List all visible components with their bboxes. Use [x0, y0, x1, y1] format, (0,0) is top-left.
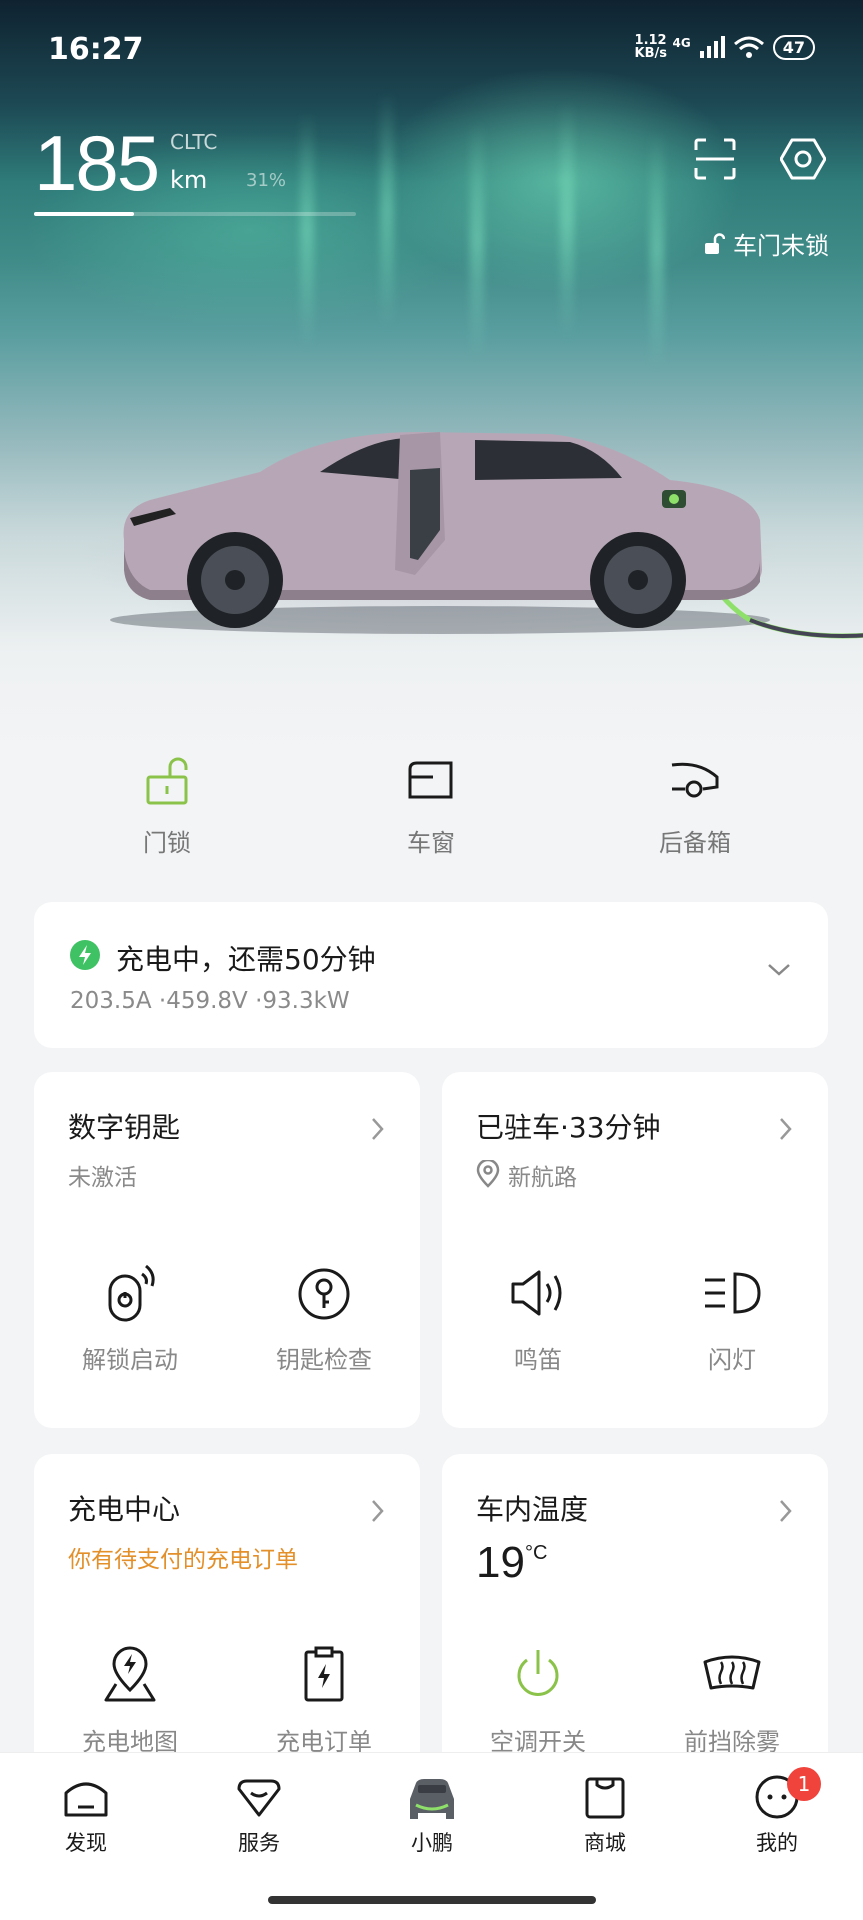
defrost-icon — [703, 1655, 761, 1690]
flash-lights-button[interactable]: 闪灯 — [652, 1262, 812, 1375]
hero-background — [0, 0, 863, 760]
chevron-right-icon — [780, 1500, 792, 1522]
cabin-temperature-card[interactable]: 车内温度 19°C 空调开关 前挡除雾 — [442, 1454, 828, 1784]
nav-label: 发现 — [65, 1831, 107, 1855]
door-lock-status-label: 车门未锁 — [733, 232, 829, 260]
range-unit: km — [170, 166, 208, 194]
home-indicator[interactable] — [268, 1896, 596, 1904]
pending-order-notice[interactable]: 你有待支付的充电订单 — [68, 1540, 298, 1574]
nav-item-xpeng[interactable]: 小鹏 — [372, 1773, 492, 1857]
nav-item-service[interactable]: 服务 — [199, 1773, 319, 1857]
card-subtitle: 未激活 — [68, 1165, 137, 1191]
service-icon — [237, 1779, 281, 1817]
charge-order-icon — [304, 1646, 344, 1702]
card-title: 充电中心 — [68, 1493, 181, 1526]
chevron-right-icon — [780, 1118, 792, 1140]
battery-percent: 31% — [246, 170, 287, 191]
temperature-value: 19 — [476, 1538, 525, 1587]
status-icons: 1.12 KB/s 4G 47 — [635, 34, 815, 60]
charging-badge — [70, 940, 100, 970]
key-check-button[interactable]: 钥匙检查 — [244, 1262, 404, 1375]
lightning-icon — [79, 945, 91, 965]
quick-action-label: 车窗 — [407, 829, 455, 857]
nav-item-mall[interactable]: 商城 — [545, 1773, 665, 1857]
charging-details: 203.5A ·459.8V ·93.3kW — [70, 988, 350, 1014]
wifi-icon — [733, 36, 764, 58]
quick-action-window[interactable]: 车窗 — [341, 755, 521, 858]
charge-map-icon — [104, 1646, 156, 1702]
unlock-small-icon — [705, 232, 725, 254]
parking-location: 新航路 — [508, 1165, 577, 1191]
range-progress-fill — [34, 212, 134, 216]
settings-icon[interactable] — [780, 136, 826, 182]
network-speed-unit: KB/s — [634, 46, 667, 61]
quick-action-trunk[interactable]: 后备箱 — [605, 755, 785, 858]
notification-badge: 1 — [787, 1767, 821, 1801]
aurora-streak — [560, 100, 574, 340]
chevron-right-icon — [372, 1500, 384, 1522]
discover-icon — [64, 1782, 108, 1817]
trunk-icon — [671, 762, 719, 798]
card-title: 已驻车·33分钟 — [476, 1111, 661, 1144]
card-title: 车内温度 — [476, 1493, 589, 1526]
nav-label: 服务 — [238, 1831, 280, 1855]
headlight-icon — [705, 1272, 761, 1314]
aurora-streak — [380, 90, 394, 330]
signal-icon — [699, 36, 725, 58]
horn-icon — [511, 1270, 562, 1316]
power-icon — [517, 1650, 559, 1696]
button-label: 解锁启动 — [82, 1346, 178, 1374]
button-label: 闪灯 — [708, 1346, 756, 1374]
unlock-icon — [146, 757, 188, 805]
aurora-streak — [470, 120, 484, 360]
temperature-unit: °C — [524, 1542, 548, 1564]
nav-item-discover[interactable]: 发现 — [26, 1773, 146, 1857]
aurora-streak — [650, 130, 664, 370]
front-defrost-button[interactable]: 前挡除雾 — [652, 1644, 812, 1757]
button-label: 钥匙检查 — [276, 1346, 372, 1374]
window-icon — [408, 761, 453, 799]
door-lock-status[interactable]: 车门未锁 — [703, 226, 829, 261]
horn-button[interactable]: 鸣笛 — [458, 1262, 618, 1375]
button-label: 鸣笛 — [514, 1346, 562, 1374]
status-time: 16:27 — [48, 32, 144, 67]
digital-key-card[interactable]: 数字钥匙 未激活 解锁启动 钥匙检查 — [34, 1072, 420, 1428]
range-value: 185 — [34, 119, 160, 207]
quick-action-door-lock[interactable]: 门锁 — [77, 755, 257, 858]
nav-label: 我的 — [756, 1831, 798, 1855]
range-standard: CLTC — [170, 130, 218, 154]
car-icon — [410, 1779, 454, 1819]
quick-action-label: 门锁 — [143, 829, 191, 857]
nav-label: 小鹏 — [411, 1831, 453, 1855]
chevron-right-icon — [372, 1118, 384, 1140]
quick-action-label: 后备箱 — [659, 829, 731, 857]
nav-item-profile[interactable]: 1 我的 — [717, 1767, 837, 1857]
car-image — [110, 432, 863, 639]
chevron-down-icon[interactable] — [766, 962, 792, 978]
key-fob-icon — [108, 1264, 155, 1322]
location-pin-icon — [476, 1160, 500, 1188]
network-speed: 1.12 KB/s — [634, 34, 667, 61]
card-title: 数字钥匙 — [68, 1111, 181, 1144]
status-bar: 16:27 1.12 KB/s 4G 47 — [0, 0, 863, 100]
charge-center-card[interactable]: 充电中心 你有待支付的充电订单 充电地图 充电订单 — [34, 1454, 420, 1784]
key-check-icon — [298, 1268, 350, 1320]
charging-title: 充电中，还需50分钟 — [116, 943, 376, 976]
network-type: 4G — [672, 36, 691, 50]
charge-map-button[interactable]: 充电地图 — [50, 1644, 210, 1757]
battery-indicator: 47 — [772, 34, 815, 60]
ac-toggle-button[interactable]: 空调开关 — [458, 1644, 618, 1757]
scan-icon[interactable] — [692, 136, 738, 182]
nav-label: 商城 — [584, 1831, 626, 1855]
mall-icon — [585, 1777, 625, 1819]
charge-order-button[interactable]: 充电订单 — [244, 1644, 404, 1757]
unlock-start-button[interactable]: 解锁启动 — [50, 1262, 210, 1375]
aurora-streak — [300, 110, 314, 350]
bottom-navigation: 发现 服务 小鹏 商城 1 我的 — [0, 1752, 863, 1920]
parking-card[interactable]: 已驻车·33分钟 新航路 鸣笛 闪灯 — [442, 1072, 828, 1428]
range-progress-bar — [34, 212, 356, 216]
charging-status-card[interactable]: 充电中，还需50分钟 203.5A ·459.8V ·93.3kW — [34, 902, 828, 1048]
quick-actions: 门锁 车窗 后备箱 — [0, 755, 863, 875]
cabin-temperature: 19°C — [476, 1538, 547, 1588]
